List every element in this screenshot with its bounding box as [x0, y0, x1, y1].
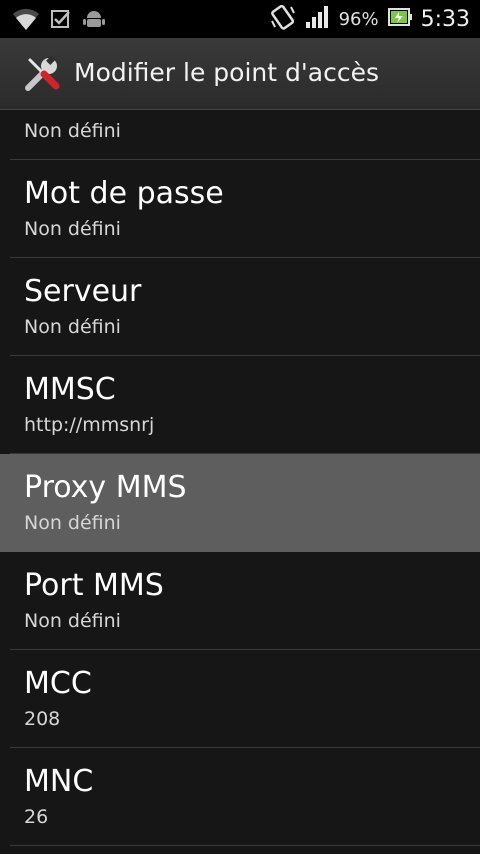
list-item-mcc[interactable]: MCC 208: [0, 650, 480, 748]
list-item-value: Non défini: [24, 610, 121, 632]
wifi-icon: [12, 6, 40, 36]
list-item-partial[interactable]: Non défini: [0, 110, 480, 160]
status-bar: 96% 5:33: [0, 0, 480, 38]
signal-icon: [305, 5, 331, 33]
screen-rotate-icon: [269, 3, 297, 35]
clock: 5:33: [420, 6, 470, 32]
battery-percent: 96%: [338, 8, 379, 30]
list-item-label: Port MMS: [24, 568, 164, 603]
list-item-label: Mot de passe: [24, 176, 224, 211]
android-debug-icon: [82, 8, 106, 34]
divider: [10, 845, 480, 846]
list-item-label: Serveur: [24, 274, 142, 309]
list-item-port-mms[interactable]: Port MMS Non défini: [0, 552, 480, 650]
list-item-value: Non défini: [24, 316, 121, 338]
list-item-proxy-mms[interactable]: Proxy MMS Non défini: [0, 454, 480, 552]
battery-icon: [387, 7, 413, 31]
list-item-value: 26: [24, 806, 49, 828]
list-item-value: Non défini: [24, 120, 121, 142]
list-item-label: MCC: [24, 666, 92, 701]
list-item-value: Non défini: [24, 218, 121, 240]
list-item-label: MMSC: [24, 372, 116, 407]
list-item-server[interactable]: Serveur Non défini: [0, 258, 480, 356]
list-item-label: Proxy MMS: [24, 470, 187, 505]
list-item-value: 208: [24, 708, 61, 730]
list-item-password[interactable]: Mot de passe Non défini: [0, 160, 480, 258]
list-item-value: http://mmsnrj: [24, 414, 155, 436]
title-bar: Modifier le point d'accès: [0, 38, 480, 110]
list-item-mmsc[interactable]: MMSC http://mmsnrj: [0, 356, 480, 454]
apn-settings-list: Non défini Mot de passe Non défini Serve…: [0, 110, 480, 854]
tools-icon: [22, 54, 62, 98]
checkbox-notification-icon: [50, 8, 72, 34]
list-item-label: MNC: [24, 764, 94, 799]
list-item-mnc[interactable]: MNC 26: [0, 748, 480, 846]
list-item-value: Non défini: [24, 512, 121, 534]
page-title: Modifier le point d'accès: [74, 58, 379, 87]
